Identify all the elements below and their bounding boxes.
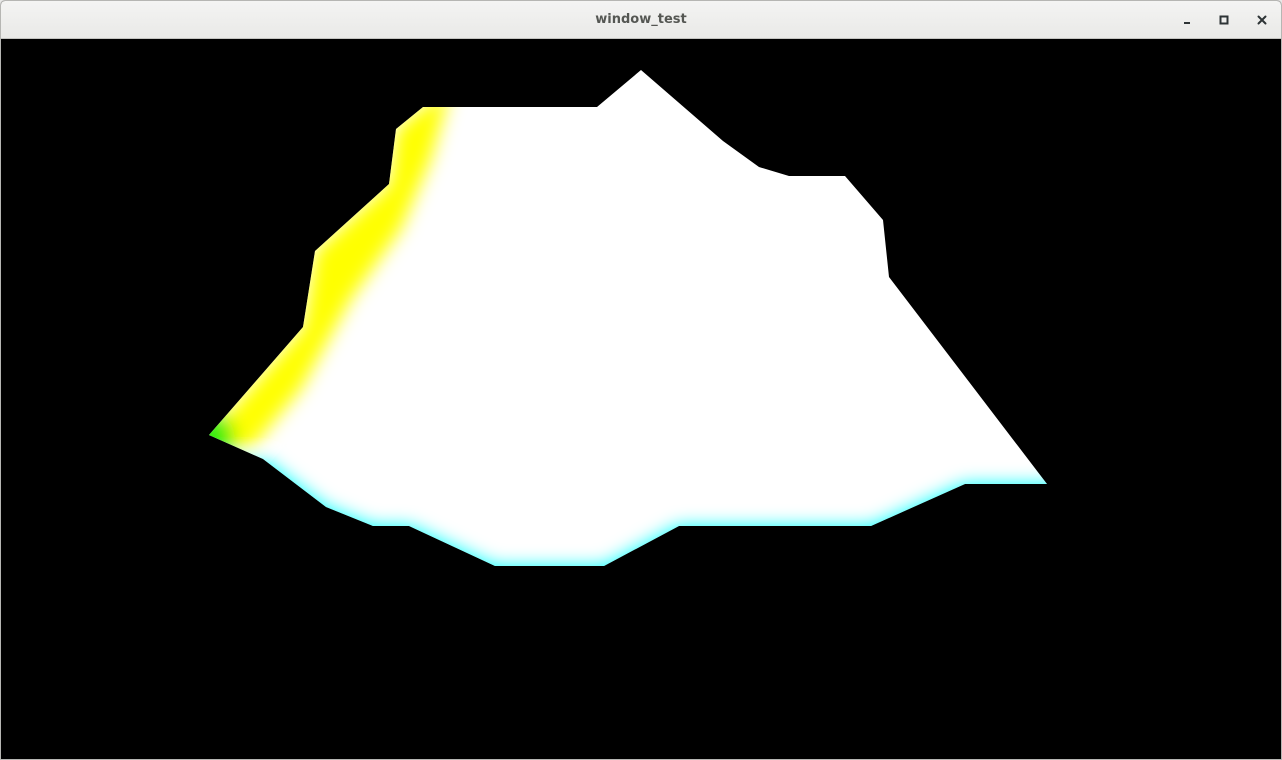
app-window: window_test xyxy=(0,0,1282,760)
close-button[interactable] xyxy=(1250,9,1274,31)
minimize-icon xyxy=(1182,15,1192,25)
title-bar[interactable]: window_test xyxy=(1,1,1281,39)
close-icon xyxy=(1257,15,1267,25)
maximize-icon xyxy=(1219,15,1229,25)
terrain-canvas xyxy=(209,70,1047,566)
window-title: window_test xyxy=(595,12,687,27)
render-viewport[interactable] xyxy=(1,39,1281,759)
terrain-mesh xyxy=(209,70,1047,566)
minimize-button[interactable] xyxy=(1175,9,1199,31)
maximize-button[interactable] xyxy=(1212,9,1236,31)
